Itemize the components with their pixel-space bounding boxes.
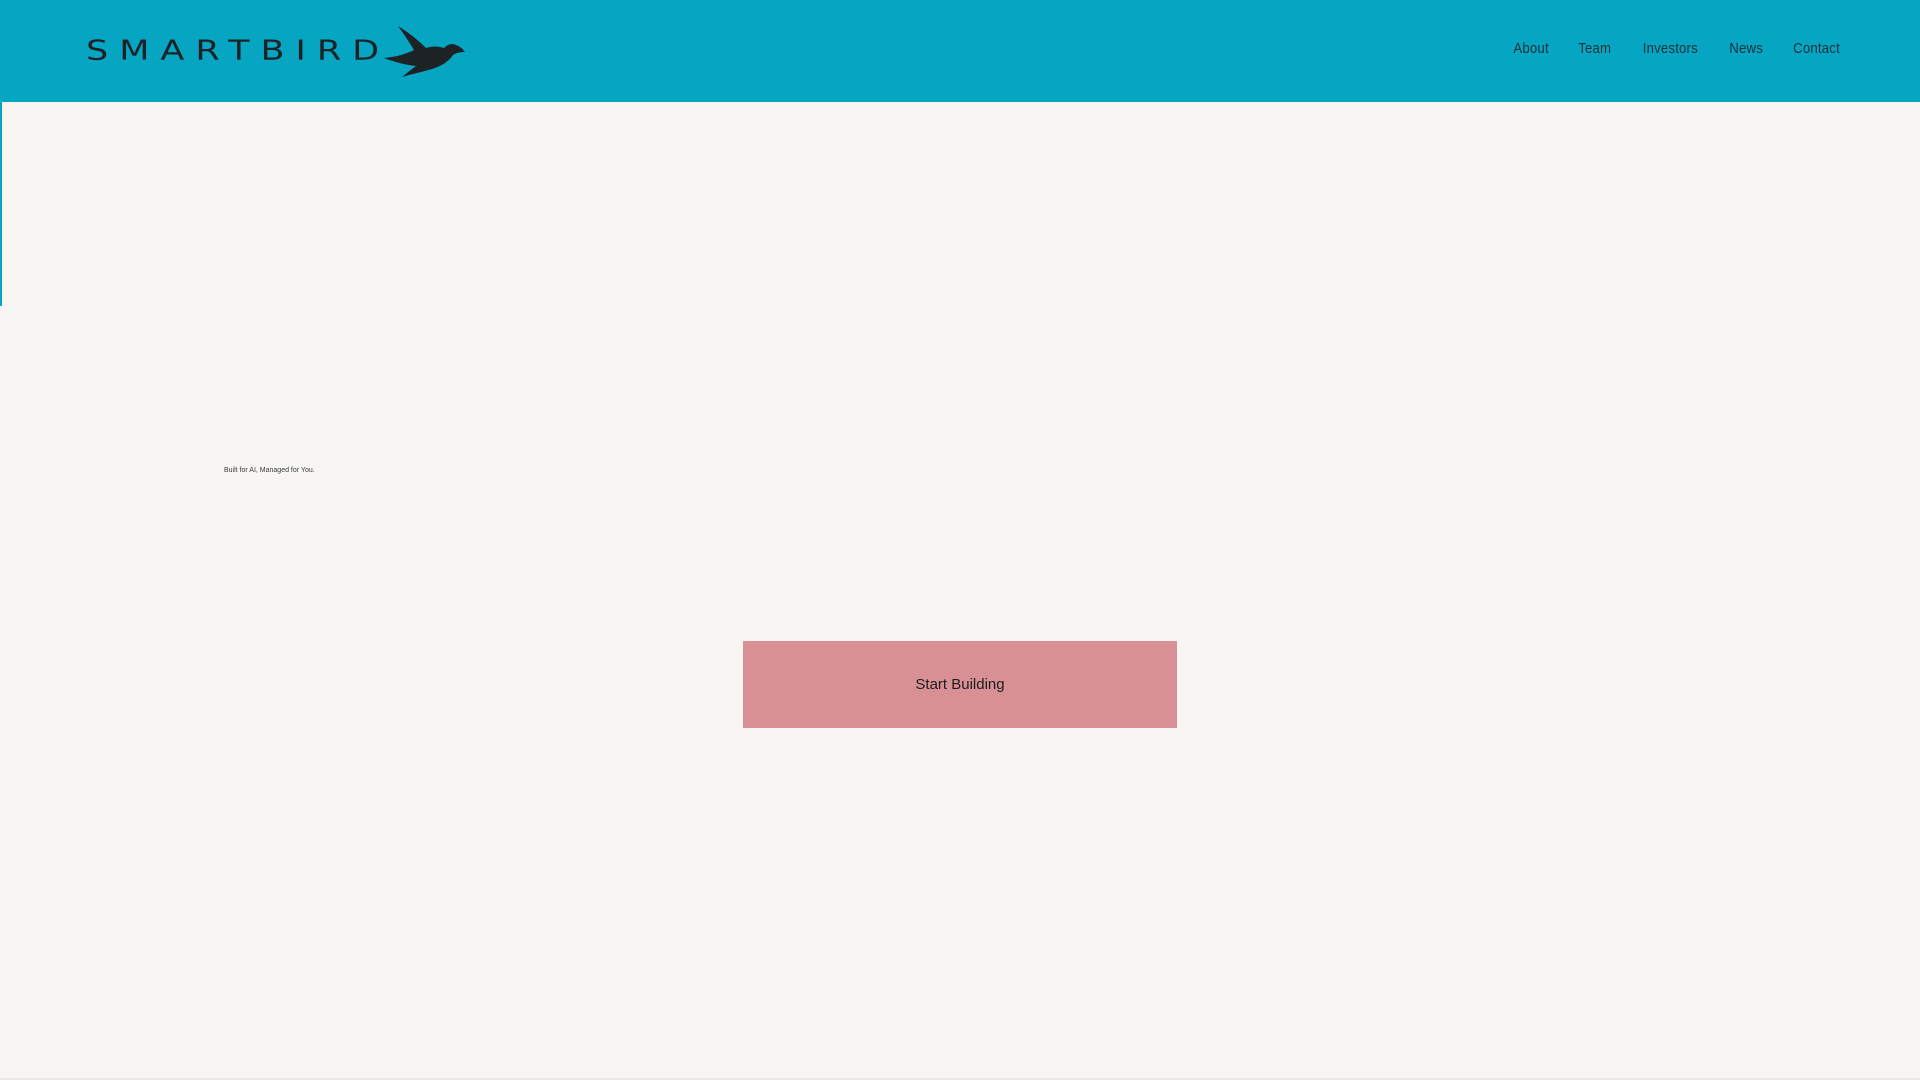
- nav-team[interactable]: Team: [1579, 40, 1612, 57]
- start-building-button[interactable]: Start Building: [743, 641, 1177, 728]
- bird-icon: [384, 26, 466, 77]
- site-header: SMARTBIRD About Team Investors News Cont…: [0, 0, 1920, 102]
- nav-news[interactable]: News: [1729, 40, 1763, 57]
- nav-about[interactable]: About: [1514, 40, 1549, 57]
- main-nav: About Team Investors News Contact: [1511, 40, 1843, 57]
- start-building-label: Start Building: [915, 676, 1005, 693]
- nav-contact[interactable]: Contact: [1793, 40, 1840, 57]
- logo-wordmark: SMARTBIRD: [86, 35, 391, 67]
- side-accent-strip: [0, 102, 2, 306]
- nav-investors[interactable]: Investors: [1643, 40, 1698, 57]
- hero-tagline: Built for AI, Managed for You.: [224, 467, 315, 474]
- logo[interactable]: SMARTBIRD: [86, 24, 466, 78]
